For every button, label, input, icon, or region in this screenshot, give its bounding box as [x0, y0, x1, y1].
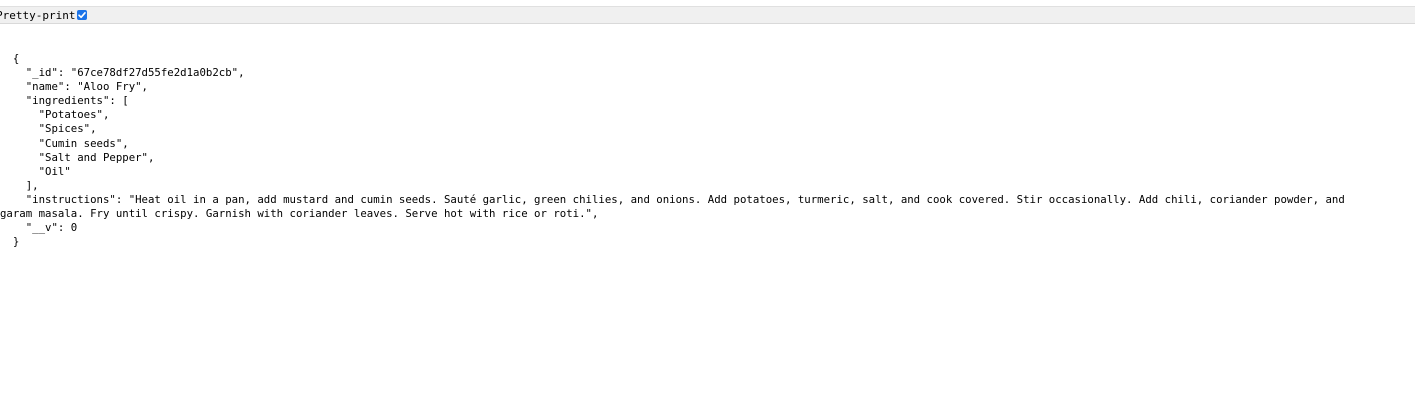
json-line-instructions: "instructions": "Heat oil in a pan, add … [0, 192, 1345, 206]
json-line-ingredient: "Cumin seeds", [0, 136, 129, 150]
json-line-close-brace: } [0, 235, 20, 249]
json-line-ingredient: "Salt and Pepper", [0, 150, 155, 164]
json-line-open-brace: { [0, 52, 20, 65]
json-line-version: "__v": 0 [0, 221, 78, 235]
json-line-ingredients-open: "ingredients": [ [0, 94, 129, 108]
json-line-instructions-wrap: garam masala. Fry until crispy. Garnish … [0, 207, 599, 221]
json-line-name: "name": "Aloo Fry", [0, 80, 148, 94]
json-line-ingredient: "Spices", [0, 122, 97, 136]
pretty-print-label: Pretty-print [0, 8, 76, 22]
pretty-print-bar: Pretty-print [0, 6, 1415, 24]
json-viewer: { "_id": "67ce78df27d55fe2d1a0b2cb", "na… [0, 52, 1345, 249]
pretty-print-checkbox[interactable] [77, 10, 88, 20]
json-line-ingredient: "Potatoes", [0, 108, 110, 122]
json-line-id: "_id": "67ce78df27d55fe2d1a0b2cb", [0, 66, 245, 80]
json-line-ingredients-close: ], [0, 178, 39, 192]
json-line-ingredient: "Oil" [0, 164, 71, 178]
checkmark-icon [78, 12, 87, 19]
